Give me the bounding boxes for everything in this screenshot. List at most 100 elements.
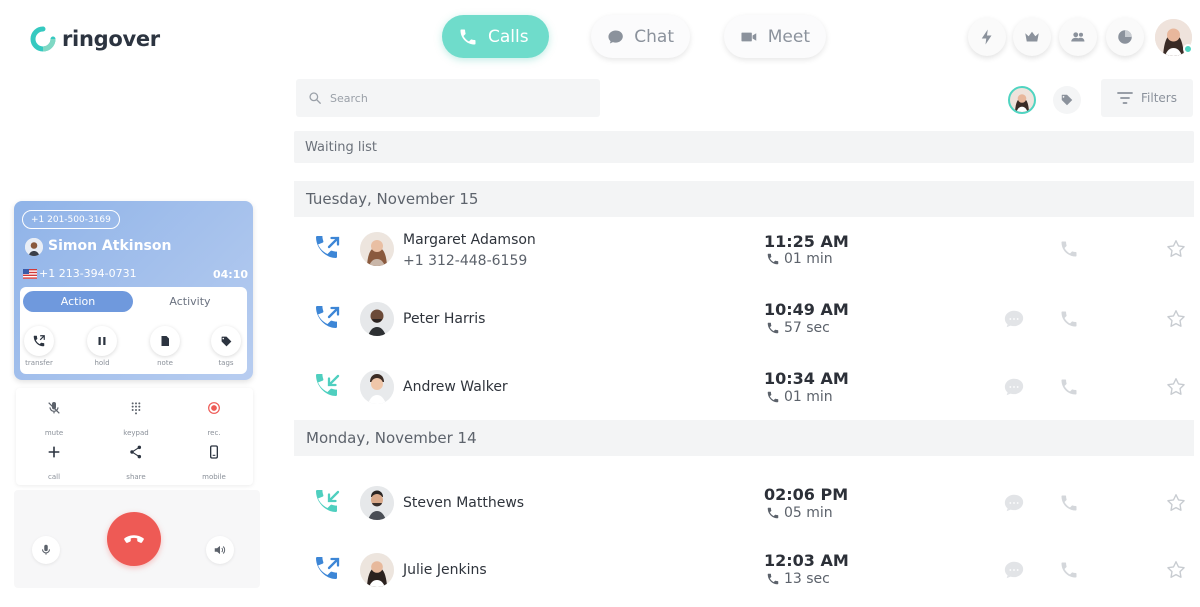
team-button[interactable] [1059,18,1097,56]
filter-icon [1117,92,1133,104]
contact-avatar-image [360,370,394,404]
tab-calls[interactable]: Calls [442,15,549,58]
call-duration-label: 01 min [784,389,833,405]
call-time: 12:03 AM [764,551,849,570]
tag-icon [1061,94,1073,106]
tab-meet[interactable]: Meet [724,15,826,58]
search-input[interactable] [330,91,570,105]
star-icon [1167,240,1185,257]
video-camera-icon [741,32,757,41]
call-duration: 13 sec [766,571,830,587]
call-row[interactable]: Steven Matthews 02:06 PM 05 min [294,474,1194,532]
power-dialer-button[interactable] [968,18,1006,56]
outgoing-call-icon [316,236,340,258]
mute-button[interactable]: mute [24,400,84,439]
online-status-dot [1183,44,1193,54]
chat-bubble-icon [1004,378,1024,396]
day-header: Tuesday, November 15 [294,181,1194,217]
add-call-button[interactable]: call [24,444,84,483]
share-icon [130,445,142,459]
chat-bubble-icon [1004,310,1024,328]
tags-button[interactable] [211,326,241,356]
contact-avatar-image [360,553,394,587]
tab-calls-label: Calls [488,26,529,47]
message-button[interactable] [1003,308,1025,330]
call-back-button[interactable] [1058,376,1080,398]
call-back-button[interactable] [1058,308,1080,330]
day-header: Monday, November 14 [294,420,1194,456]
message-button[interactable] [1003,559,1025,581]
speaker-button[interactable] [206,536,234,564]
transfer-button[interactable] [24,326,54,356]
call-row[interactable]: Julie Jenkins 12:03 AM 13 sec [294,541,1194,599]
favorite-button[interactable] [1165,492,1187,514]
chat-bubble-icon [1004,561,1024,579]
stats-button[interactable] [1106,18,1144,56]
call-duration: 01 min [766,251,833,267]
phone-icon [1061,495,1077,511]
premium-button[interactable] [1013,18,1051,56]
call-back-button[interactable] [1058,559,1080,581]
message-button[interactable] [1003,492,1025,514]
line-number-chip[interactable]: +1 201-500-3169 [22,210,120,229]
search-bar[interactable] [296,79,600,117]
mobile-button[interactable]: mobile [184,444,244,483]
contact-avatar-image [360,302,394,336]
note-button[interactable] [150,326,180,356]
tags-filter-button[interactable] [1053,86,1081,114]
message-button[interactable] [1003,376,1025,398]
contact-avatar [360,553,394,587]
line-number: +1 201-500-3169 [31,214,111,225]
call-duration: 05 min [766,505,833,521]
call-duration: 57 sec [766,320,830,336]
waiting-list-bar[interactable]: Waiting list [294,131,1194,163]
star-icon [1167,561,1185,578]
call-duration-label: 01 min [784,251,833,267]
tab-meet-label: Meet [767,26,810,47]
call-time: 10:34 AM [764,369,849,388]
call-row[interactable]: Andrew Walker 10:34 AM 01 min [294,358,1194,416]
mute-label: mute [44,429,64,437]
tab-action[interactable]: Action [23,291,133,312]
record-button[interactable]: rec. [184,400,244,439]
call-back-button[interactable] [1058,492,1080,514]
filter-user-avatar[interactable] [1008,86,1036,114]
star-icon [1167,378,1185,395]
plus-icon [48,446,60,458]
tab-chat[interactable]: Chat [591,15,690,58]
share-button[interactable]: share [106,444,166,483]
ringover-logo-icon [30,26,56,52]
call-row[interactable]: Margaret Adamson +1 312-448-6159 11:25 A… [294,220,1194,278]
filters-label: Filters [1141,91,1177,105]
favorite-button[interactable] [1165,376,1187,398]
contact-avatar [360,370,394,404]
phone-icon [767,253,779,265]
filters-button[interactable]: Filters [1101,79,1193,117]
filter-user-avatar-image [1015,94,1029,112]
phone-icon [1061,562,1077,578]
note-label: note [157,359,173,367]
crown-icon [1025,31,1039,42]
favorite-button[interactable] [1165,559,1187,581]
mobile-phone-icon [210,445,218,459]
call-row[interactable]: Peter Harris 10:49 AM 57 sec [294,290,1194,348]
call-back-button[interactable] [1058,238,1080,260]
caller-phone: +1 213-394-0731 [23,267,137,280]
phone-icon [460,29,476,44]
call-time: 02:06 PM [764,485,849,504]
hold-button[interactable] [87,326,117,356]
keypad-label: keypad [123,429,149,437]
keypad-button[interactable]: keypad [106,400,166,439]
tags-label: tags [218,359,234,367]
microphone-button[interactable] [32,536,60,564]
mobile-label: mobile [202,473,226,481]
users-icon [1071,32,1085,42]
contact-name: Margaret Adamson [403,232,536,248]
tab-activity[interactable]: Activity [137,291,243,312]
favorite-button[interactable] [1165,238,1187,260]
ringover-logo: ringover [30,24,160,54]
hang-up-button[interactable] [107,512,161,566]
favorite-button[interactable] [1165,308,1187,330]
phone-icon [767,507,779,519]
call-duration: 01 min [766,389,833,405]
